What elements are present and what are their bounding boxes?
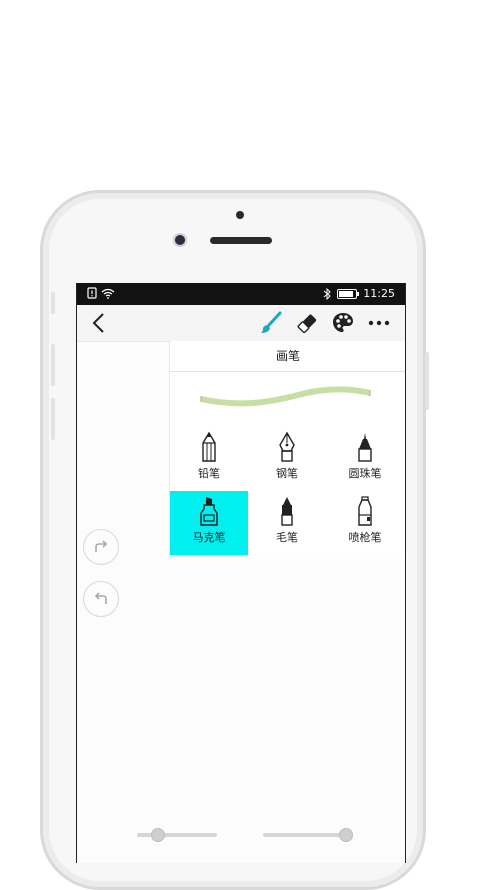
fountain-pen-icon <box>279 431 295 462</box>
earpiece-speaker <box>210 237 272 244</box>
brush-marker[interactable]: 马克笔 <box>170 491 248 555</box>
slider-knob[interactable] <box>151 828 165 842</box>
bluetooth-icon <box>323 287 332 300</box>
drawing-toolbar <box>77 305 405 342</box>
brush-fountain-pen[interactable]: 钢笔 <box>248 427 326 491</box>
slider-track <box>263 833 349 837</box>
brush-label: 马克笔 <box>192 531 226 544</box>
redo-icon <box>95 540 108 552</box>
brush-label: 圆珠笔 <box>348 467 382 480</box>
opacity-slider[interactable] <box>263 828 353 842</box>
slider-knob[interactable] <box>338 828 353 842</box>
phone-sensor <box>236 211 244 219</box>
chevron-left-icon[interactable] <box>87 311 111 335</box>
status-time: 11:25 <box>363 287 395 300</box>
status-right: 11:25 <box>323 287 395 300</box>
front-camera <box>175 235 185 245</box>
phone-power-button <box>425 352 429 410</box>
brush-airbrush[interactable]: 喷枪笔 <box>326 491 404 555</box>
status-bar: 11:25 <box>77 283 405 305</box>
app-screen: 11:25 画笔 铅笔 钢笔 圆珠笔 马克笔 毛笔 喷枪笔 <box>76 283 406 863</box>
redo-button[interactable] <box>83 529 119 565</box>
marker-icon <box>200 497 218 526</box>
brush-size-slider[interactable] <box>137 828 217 842</box>
brush-label: 钢笔 <box>276 467 298 480</box>
brush-panel-title: 画笔 <box>170 341 405 372</box>
brush-panel: 画笔 铅笔 钢笔 圆珠笔 马克笔 毛笔 喷枪笔 <box>169 341 405 559</box>
notification-icon <box>87 287 97 299</box>
brush-pencil[interactable]: 铅笔 <box>170 427 248 491</box>
battery-icon <box>337 288 360 299</box>
slider-track <box>137 833 217 837</box>
undo-button[interactable] <box>83 581 119 617</box>
brush-label: 喷枪笔 <box>348 531 382 544</box>
brush-calligraphy[interactable]: 毛笔 <box>248 491 326 555</box>
brush-pen-icon <box>281 497 293 526</box>
brush-ballpoint[interactable]: 圆珠笔 <box>326 427 404 491</box>
status-left <box>87 287 115 299</box>
paintbrush-icon[interactable] <box>259 311 283 335</box>
undo-icon <box>94 592 107 604</box>
phone-volume-down <box>51 398 55 440</box>
phone-side-button <box>51 292 55 314</box>
pencil-icon <box>202 431 216 462</box>
wifi-icon <box>101 288 115 299</box>
stroke-preview <box>200 386 371 407</box>
brush-label: 毛笔 <box>276 531 298 544</box>
brush-label: 铅笔 <box>198 467 220 480</box>
phone-volume-up <box>51 344 55 386</box>
eraser-icon[interactable] <box>295 311 319 335</box>
airbrush-icon <box>358 496 372 526</box>
palette-icon[interactable] <box>331 311 355 335</box>
more-horizontal-icon[interactable] <box>367 311 391 335</box>
ballpoint-pen-icon <box>358 433 372 462</box>
